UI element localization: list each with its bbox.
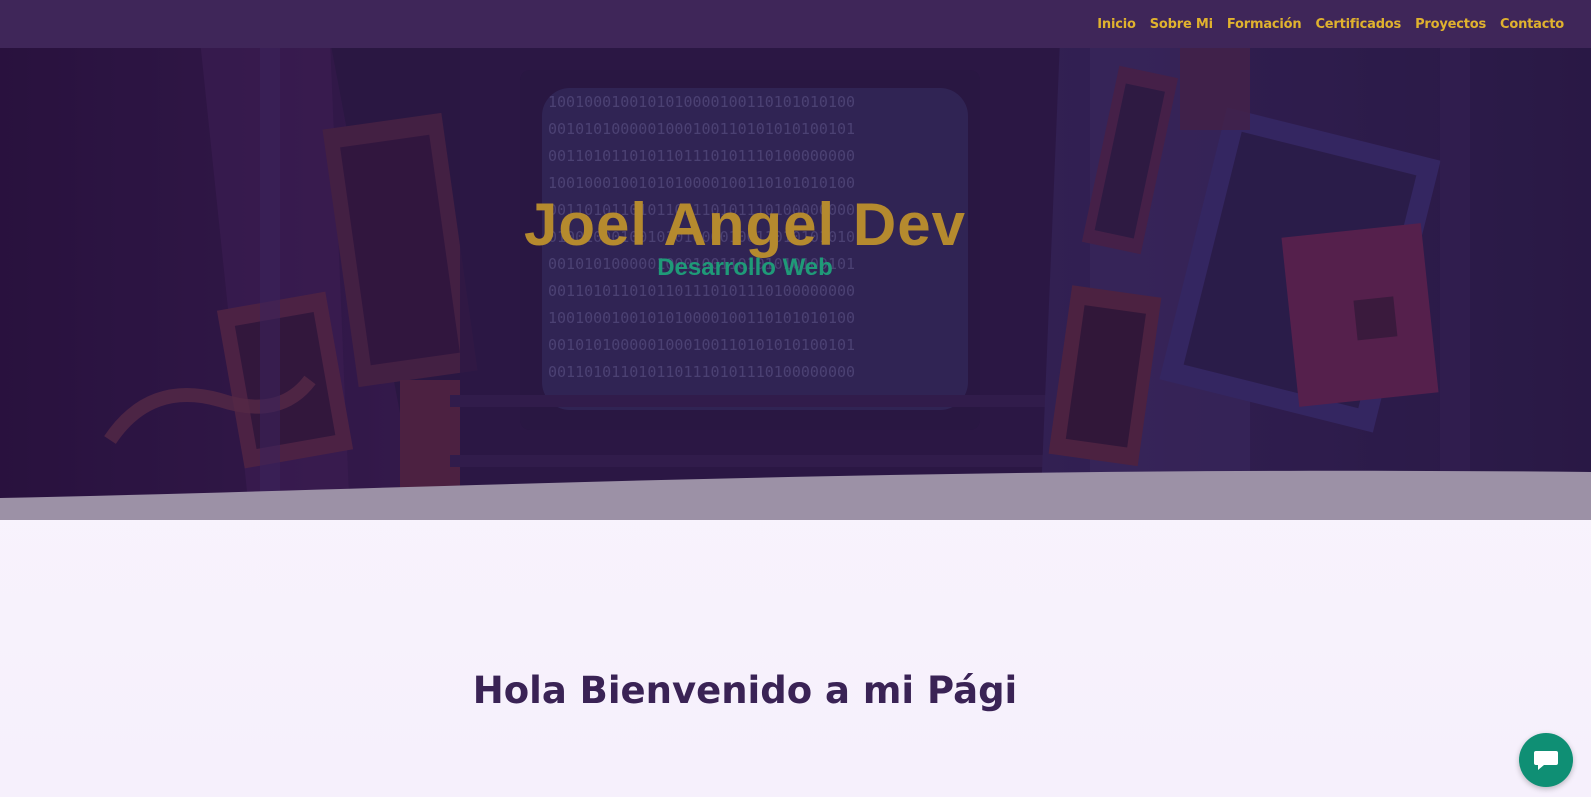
hero-subtitle: Desarrollo Web: [657, 254, 833, 281]
nav-link-formacion[interactable]: Formación: [1220, 17, 1309, 32]
nav-link-contacto[interactable]: Contacto: [1493, 17, 1571, 32]
nav-link-certificados[interactable]: Certificados: [1308, 17, 1408, 32]
chat-bubble-icon: [1534, 751, 1558, 770]
page: 1001000100101010000100110101010100 001010…: [0, 0, 1591, 797]
chat-button[interactable]: [1519, 733, 1573, 787]
nav-link-inicio[interactable]: Inicio: [1090, 17, 1142, 32]
nav-link-proyectos[interactable]: Proyectos: [1408, 17, 1493, 32]
nav-menu: Inicio Sobre Mi Formación Certificados P…: [1090, 0, 1571, 48]
welcome-heading: Hola Bienvenido a mi Pági: [472, 668, 1018, 712]
nav-link-sobre-mi[interactable]: Sobre Mi: [1143, 17, 1220, 32]
top-navbar: Inicio Sobre Mi Formación Certificados P…: [0, 0, 1591, 48]
hero-title: Joel Angel Dev: [524, 191, 966, 259]
hero-section: 1001000100101010000100110101010100 001010…: [0, 0, 1591, 520]
